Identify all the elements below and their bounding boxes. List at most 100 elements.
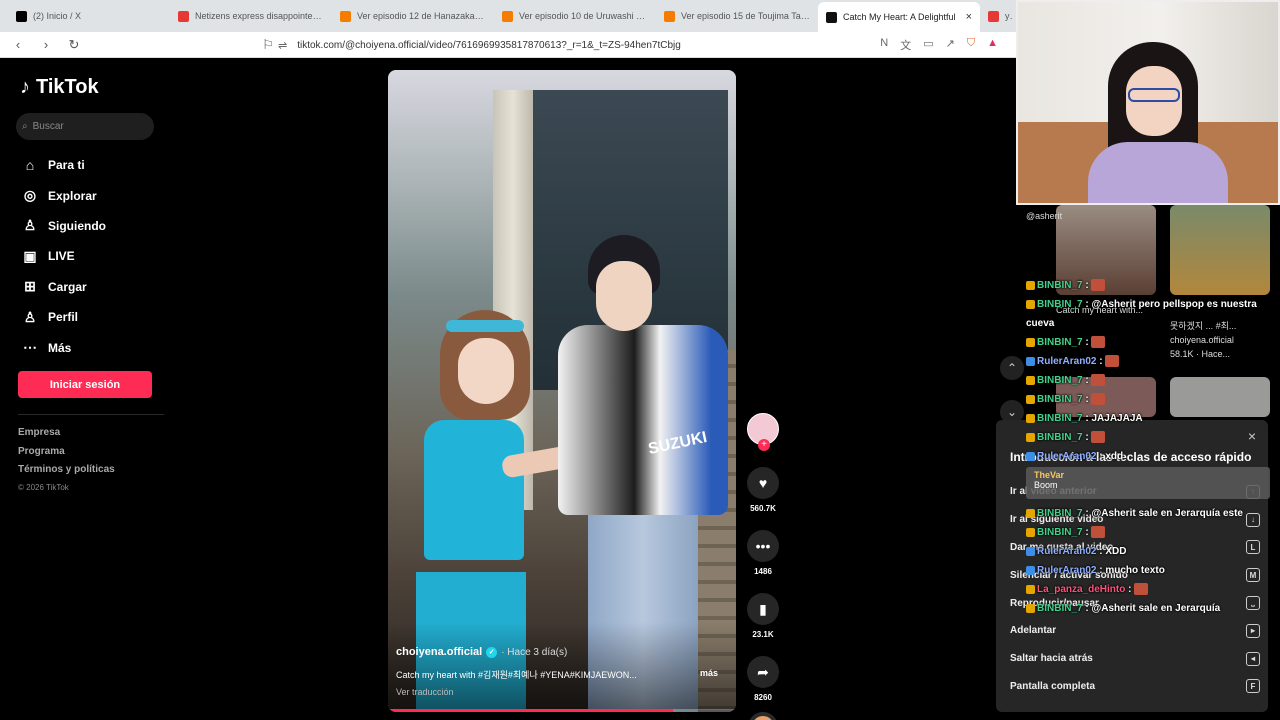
video-author[interactable]: choiyena.official (396, 646, 482, 658)
chat-message: RulerAran02 : (1026, 352, 1258, 371)
sidebar-item-label: Perfil (48, 310, 79, 325)
chat-username[interactable]: RulerAran02 (1037, 356, 1096, 367)
footer-link-empresa[interactable]: Empresa (18, 427, 115, 446)
search-input[interactable]: ⌕ Buscar (16, 113, 154, 140)
shield-icon[interactable]: ⛉ (967, 37, 975, 53)
sidebar-item-explorar[interactable]: ◎ Explorar (20, 180, 106, 210)
cast-icon[interactable]: ▭ (923, 37, 933, 53)
author-avatar[interactable]: + (747, 413, 779, 451)
tab-close-icon[interactable]: × (966, 11, 972, 23)
chat-badge-icon (1026, 508, 1035, 518)
tab-favicon-icon (502, 10, 513, 22)
chat-message: BINBIN_7 : (1026, 333, 1258, 352)
chat-message: BINBIN_7 : @Asherit sale en Jerarquía (1026, 599, 1258, 618)
chat-message: RulerAran02 : XDD (1026, 542, 1258, 561)
chat-username[interactable]: BINBIN_7 (1037, 413, 1083, 424)
chat-badge-icon (1026, 451, 1035, 461)
search-icon: ⌕ (22, 121, 28, 132)
browser-tab[interactable]: Netizens express disappointed reacti (170, 3, 332, 29)
sidebar-item-live[interactable]: ▣ LIVE (20, 241, 106, 271)
chat-username[interactable]: BINBIN_7 (1037, 299, 1083, 310)
chat-username[interactable]: RulerAran02 (1037, 546, 1096, 557)
back-icon[interactable]: ‹ (8, 37, 28, 52)
chat-username[interactable]: BINBIN_7 (1037, 432, 1083, 443)
chat-message: BINBIN_7 : @Asherit sale en Jerarquía es… (1026, 504, 1258, 523)
chat-username[interactable]: BINBIN_7 (1037, 337, 1083, 348)
sidebar-item-perfil[interactable]: ♙ Perfil (20, 302, 106, 332)
video-ago: · Hace 3 día(s) (501, 646, 568, 658)
chat-username[interactable]: BINBIN_7 (1037, 527, 1083, 538)
chat-badge-icon (1026, 584, 1035, 594)
shortcut-label: Adelantar (1010, 625, 1057, 637)
save-action[interactable]: ▮ 23.1K (744, 593, 782, 639)
sidebar-item-siguiendo[interactable]: ♙ Siguiendo (20, 211, 106, 241)
bookmark-icon[interactable]: ▮ (747, 593, 779, 625)
heart-icon[interactable]: ♥ (747, 467, 779, 499)
site-info-icon[interactable]: ⇌ (278, 39, 287, 52)
chat-username[interactable]: BINBIN_7 (1037, 508, 1083, 519)
music-disc[interactable] (748, 712, 778, 720)
tiktok-note-icon: ♪ (20, 76, 30, 98)
address-bar: ‹ › ↻ ⚐ ⇌ tiktok.com/@choiyena.official/… (0, 32, 1016, 58)
reload-icon[interactable]: ↻ (64, 37, 84, 53)
forward-icon[interactable]: › (36, 37, 56, 52)
video-progress-fill (388, 709, 674, 712)
login-button[interactable]: Iniciar sesión (18, 371, 152, 398)
sidebar-item-icon: ⋯ (23, 339, 37, 356)
chat-username[interactable]: BINBIN_7 (1037, 375, 1083, 386)
scroll-up-icon[interactable]: ⌃ (1000, 356, 1024, 380)
tab-title: Netizens express disappointed reacti (195, 11, 324, 21)
browser-tab[interactable]: Ver episodio 15 de Toujima Tanzabu (656, 3, 818, 29)
chat-username[interactable]: BINBIN_7 (1037, 394, 1083, 405)
url-field[interactable]: ⇌ tiktok.com/@choiyena.official/video/76… (278, 35, 998, 55)
pinned-message: TheVar Boom (1026, 467, 1270, 499)
url-text[interactable]: tiktok.com/@choiyena.official/video/7616… (297, 40, 880, 51)
bookmark-icon[interactable]: ⚐ (258, 37, 278, 53)
chat-text: : (1128, 584, 1132, 595)
translate-link[interactable]: Ver traducción (396, 687, 726, 697)
sidebar-item-cargar[interactable]: ⊞ Cargar (20, 272, 106, 302)
more-button[interactable]: más (700, 668, 718, 681)
browser-tab[interactable]: Ver episodio 12 de Hanazakari no Ki (332, 3, 494, 29)
translate-icon[interactable]: 文 (900, 37, 911, 53)
chat-message: BINBIN_7 : (1026, 371, 1258, 390)
chat-username[interactable]: La_panza_deHinto (1037, 584, 1125, 595)
chat-text: cueva (1026, 318, 1055, 329)
comment-icon[interactable]: ••• (747, 530, 779, 562)
chat-badge-icon (1026, 375, 1035, 385)
follow-icon[interactable]: + (758, 439, 770, 451)
rewards-icon[interactable]: ▲ (987, 37, 998, 53)
chat-username[interactable]: BINBIN_7 (1037, 280, 1083, 291)
footer-link-terminos[interactable]: Términos y políticas (18, 464, 115, 483)
like-action[interactable]: ♥ 560.7K (744, 467, 782, 513)
comment-action[interactable]: ••• 1486 (744, 530, 782, 576)
share-arrow-icon[interactable]: ➦ (747, 656, 779, 688)
chat-username[interactable]: RulerAran02 (1037, 451, 1096, 462)
browser-tab[interactable]: Ver episodio 10 de Uruwashi no Yoi (494, 3, 656, 29)
shortcut-key: F (1246, 679, 1260, 694)
shortcut-key: ▸ (1246, 623, 1260, 638)
sidebar-item-icon: ◎ (23, 187, 37, 204)
browser-tab[interactable]: Catch My Heart: A Delightful × (818, 2, 980, 32)
video-caption-row: Catch my heart with #김재원#최예나 #YENA#KIMJA… (396, 668, 726, 681)
tab-title: yo (1005, 11, 1012, 21)
tab-favicon-icon (664, 10, 675, 22)
chat-badge-icon (1026, 356, 1035, 366)
video-player[interactable]: SUZUKI choiyena.official ✓ · Hace 3 día(… (388, 70, 736, 712)
browser-tab[interactable]: yo (980, 3, 1016, 29)
like-count: 560.7K (750, 504, 776, 513)
chat-username[interactable]: BINBIN_7 (1037, 603, 1083, 614)
comment-count: 1486 (754, 567, 772, 576)
browser-tab[interactable]: (2) Inicio / X (8, 3, 170, 29)
chat-emote-icon (1105, 355, 1120, 368)
video-progress-bar[interactable] (388, 709, 736, 712)
sidebar-item-para-ti[interactable]: ⌂ Para ti (20, 150, 106, 180)
share-action[interactable]: ➦ 8260 (744, 656, 782, 702)
chat-username[interactable]: RulerAran02 (1037, 565, 1096, 576)
no-ads-icon[interactable]: N (880, 37, 888, 53)
footer-link-programa[interactable]: Programa (18, 446, 115, 465)
sidebar-item-más[interactable]: ⋯ Más (20, 332, 106, 362)
chat-badge-icon (1026, 527, 1035, 537)
tiktok-logo[interactable]: ♪ TikTok (20, 76, 99, 99)
share-icon[interactable]: ↗ (946, 37, 955, 53)
